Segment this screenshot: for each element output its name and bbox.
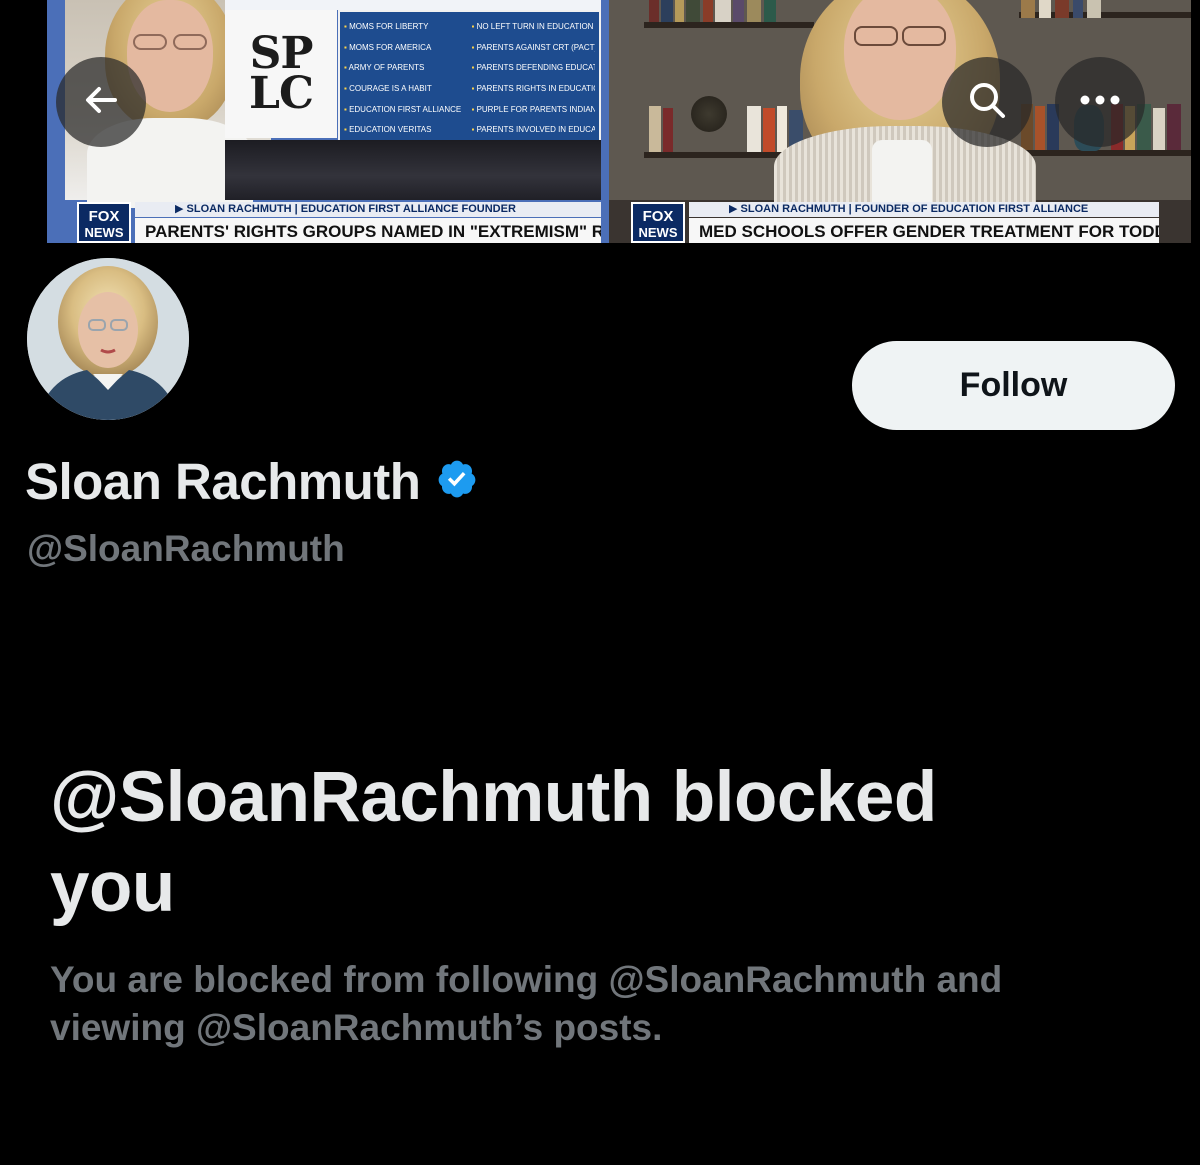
profile-banner[interactable]: SPLC MOMS FOR LIBERTY NO LEFT TURN IN ED… xyxy=(0,0,1200,243)
group-item: PARENTS DEFENDING EDUCATION xyxy=(472,61,595,77)
group-item: EDUCATION FIRST ALLIANCE xyxy=(344,103,468,119)
blocked-title: @SloanRachmuth blocked you xyxy=(50,758,937,927)
fox-news-logo: FOX NEWS xyxy=(631,202,685,243)
group-item: COURAGE IS A HABIT xyxy=(344,82,468,98)
more-options-button[interactable] xyxy=(1055,57,1145,147)
avatar[interactable] xyxy=(24,255,192,423)
group-item: MOMS FOR LIBERTY xyxy=(344,20,468,36)
display-name: Sloan Rachmuth xyxy=(25,453,421,510)
profile-handle: @SloanRachmuth xyxy=(27,528,345,569)
profile-name-row: Sloan Rachmuth xyxy=(25,452,478,511)
group-item: EDUCATION VERITAS xyxy=(344,123,468,139)
more-horizontal-icon xyxy=(1078,93,1122,112)
groups-list: MOMS FOR LIBERTY NO LEFT TURN IN EDUCATI… xyxy=(338,10,601,145)
group-item: PARENTS AGAINST CRT (PACT) xyxy=(472,41,595,57)
arrow-left-icon xyxy=(81,80,121,125)
avatar-image xyxy=(27,258,189,420)
blocked-description: You are blocked from following @SloanRac… xyxy=(50,959,1003,1048)
lower-third-headline: MED SCHOOLS OFFER GENDER TREATMENT FOR T… xyxy=(689,218,1159,243)
group-item: ARMY OF PARENTS xyxy=(344,61,468,77)
back-button[interactable] xyxy=(56,57,146,147)
search-button[interactable] xyxy=(942,57,1032,147)
lower-third-name: ▶ SLOAN RACHMUTH | FOUNDER OF EDUCATION … xyxy=(689,202,1159,217)
follow-button[interactable]: Follow xyxy=(852,341,1175,430)
splc-logo: SP LC xyxy=(225,10,337,138)
group-item: PARENTS RIGHTS IN EDUCATION xyxy=(472,82,595,98)
group-item: PARENTS INVOLVED IN EDUCATION xyxy=(472,123,595,139)
group-item: NO LEFT TURN IN EDUCATION xyxy=(472,20,596,36)
verified-badge-icon xyxy=(436,458,478,505)
group-item: PURPLE FOR PARENTS INDIANA xyxy=(472,103,595,119)
search-icon xyxy=(965,78,1009,127)
group-item: MOMS FOR AMERICA xyxy=(344,41,468,57)
lower-third-name: ▶ SLOAN RACHMUTH | EDUCATION FIRST ALLIA… xyxy=(135,202,601,217)
lower-third-headline: PARENTS' RIGHTS GROUPS NAMED IN "EXTREMI… xyxy=(135,218,601,243)
fox-news-logo: FOX NEWS xyxy=(77,202,131,243)
